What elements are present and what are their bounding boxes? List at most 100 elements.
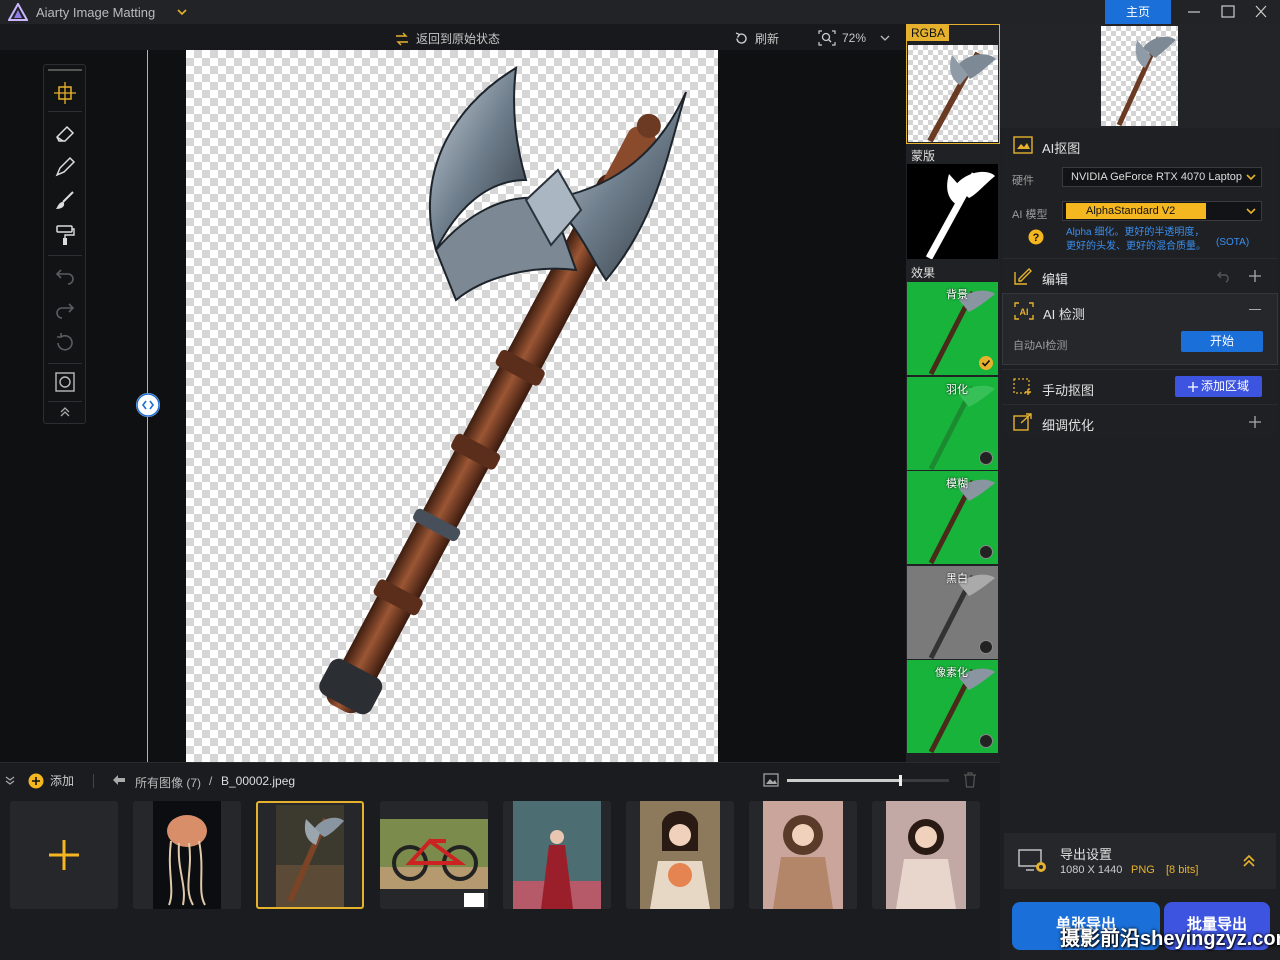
model-tag: (SOTA) [1216,237,1250,248]
collapse-minus-icon[interactable] [1249,309,1261,310]
hardware-dropdown[interactable]: NVIDIA GeForce RTX 4070 Laptop [1062,167,1262,187]
radio-icon[interactable] [979,451,993,465]
thumbnail-jellyfish[interactable] [133,801,241,909]
hardware-label: 硬件 [1012,175,1034,187]
effect-blur[interactable]: 模糊 [907,471,998,564]
refine-title: 细调优化 [1042,418,1095,433]
ai-matting-section: AI抠图 硬件 NVIDIA GeForce RTX 4070 Laptop A… [1002,128,1278,258]
radio-icon[interactable] [979,545,993,559]
eraser-icon[interactable] [53,121,77,145]
expand-up-icon[interactable] [1242,853,1256,869]
image-artboard[interactable] [186,50,718,762]
axe-image [319,66,687,715]
effect-name: 羽化 [946,384,968,396]
compare-handle[interactable] [136,393,160,417]
result-thumbnail [1101,26,1178,126]
chevron-down-icon[interactable] [176,6,188,18]
title-bar: Aiarty Image Matting 主页 [0,0,1280,24]
export-settings[interactable]: 导出设置 1080 X 1440 PNG [8 bits] [1004,833,1276,889]
preview-column: RGBA 蒙版 效果 背景 羽化 模糊 黑白 像素化 [906,24,1000,762]
thumbnail-axe[interactable] [256,801,364,909]
effect-name: 像素化 [935,667,968,679]
radio-icon[interactable] [979,640,993,654]
effect-feather[interactable]: 羽化 [907,377,998,470]
reset-original-button[interactable]: 返回到原始状态 [394,30,500,47]
effect-black-white[interactable]: 黑白 [907,566,998,659]
thumbnail-woman-flowers[interactable] [626,801,734,909]
fit-screen-icon[interactable] [53,370,77,394]
effect-background[interactable]: 背景 [907,282,998,375]
ai-detect-icon: AI [1014,302,1034,320]
manual-matting-title: 手动抠图 [1042,383,1095,398]
add-image-button[interactable]: 添加 [28,772,74,789]
trash-icon[interactable] [963,772,977,788]
refine-section[interactable]: 细调优化 [1002,404,1278,438]
swap-icon [394,32,410,46]
add-area-button[interactable]: 添加区域 [1175,376,1262,397]
image-size-icon [763,773,779,787]
edit-icon [1013,267,1033,285]
minimize-icon[interactable] [1184,3,1204,21]
slider-handle[interactable] [899,775,902,786]
paint-roller-icon[interactable] [53,223,77,247]
undo-icon[interactable] [1216,269,1232,283]
svg-text:?: ? [1033,232,1040,244]
all-images-link[interactable]: 所有图像 (7) [135,774,201,791]
current-file-name: B_00002.jpeg [221,774,296,788]
add-image-tile[interactable] [10,801,118,909]
reset-icon[interactable] [53,331,77,355]
canvas-toolbar: 返回到原始状态 刷新 72% [0,24,906,50]
collapse-down-icon[interactable] [5,775,15,785]
add-label: 添加 [50,774,75,788]
export-bits: [8 bits] [1166,864,1199,876]
redo-icon[interactable] [53,297,77,321]
refresh-button[interactable]: 刷新 [734,30,779,47]
refresh-label: 刷新 [755,32,780,46]
chevron-down-icon [1245,172,1257,182]
expand-plus-icon[interactable] [1248,269,1262,283]
edit-section[interactable]: 编辑 [1002,258,1278,292]
radio-icon[interactable] [979,734,993,748]
pen-icon[interactable] [53,155,77,179]
edit-title: 编辑 [1042,272,1069,287]
plus-icon [46,837,82,873]
effect-name: 黑白 [946,573,968,585]
thumbnail-woman-curly[interactable] [749,801,857,909]
tool-palette [43,64,86,424]
ai-detect-section: AI AI 检测 自动AI检测 开始 [1002,293,1278,365]
checkmark-icon[interactable] [979,356,993,370]
help-icon[interactable]: ? [1028,229,1044,245]
svg-text:AI: AI [1020,307,1029,317]
image-badge [464,893,484,907]
mask-thumbnail[interactable] [907,164,998,259]
brush-icon[interactable] [53,189,77,213]
hardware-value: NVIDIA GeForce RTX 4070 Laptop [1071,171,1242,183]
thumbnail-woman-pink[interactable] [872,801,980,909]
close-icon[interactable] [1251,3,1271,21]
zoom-control[interactable]: 72% [818,30,890,46]
model-label: AI 模型 [1012,209,1048,221]
export-settings-icon [1018,848,1048,874]
home-tab[interactable]: 主页 [1105,0,1171,24]
effect-name: 模糊 [946,478,968,490]
maximize-icon[interactable] [1218,3,1238,21]
model-dropdown[interactable]: AlphaStandard V2 [1062,201,1262,221]
thumbnail-bicycle[interactable] [380,801,488,909]
back-arrow-icon[interactable] [112,774,126,786]
ai-matting-icon [1013,136,1033,154]
move-tool-icon[interactable] [53,81,77,105]
expand-plus-icon[interactable] [1248,415,1262,429]
effect-pixelate[interactable]: 像素化 [907,660,998,753]
thumbnail-woman-forest[interactable] [503,801,611,909]
add-circle-icon [28,773,44,789]
thumbnail-size-slider[interactable] [787,775,949,786]
rgba-label: RGBA [907,25,950,41]
undo-icon[interactable] [53,263,77,287]
zoom-chevron-icon[interactable] [880,34,890,42]
rgba-preview-frame[interactable]: RGBA [906,24,1000,144]
effect-name: 背景 [946,289,968,301]
manual-matting-section[interactable]: 手动抠图 添加区域 [1002,369,1278,403]
zoom-icon [818,30,836,46]
start-button[interactable]: 开始 [1181,331,1263,352]
collapse-up-icon[interactable] [53,403,77,421]
